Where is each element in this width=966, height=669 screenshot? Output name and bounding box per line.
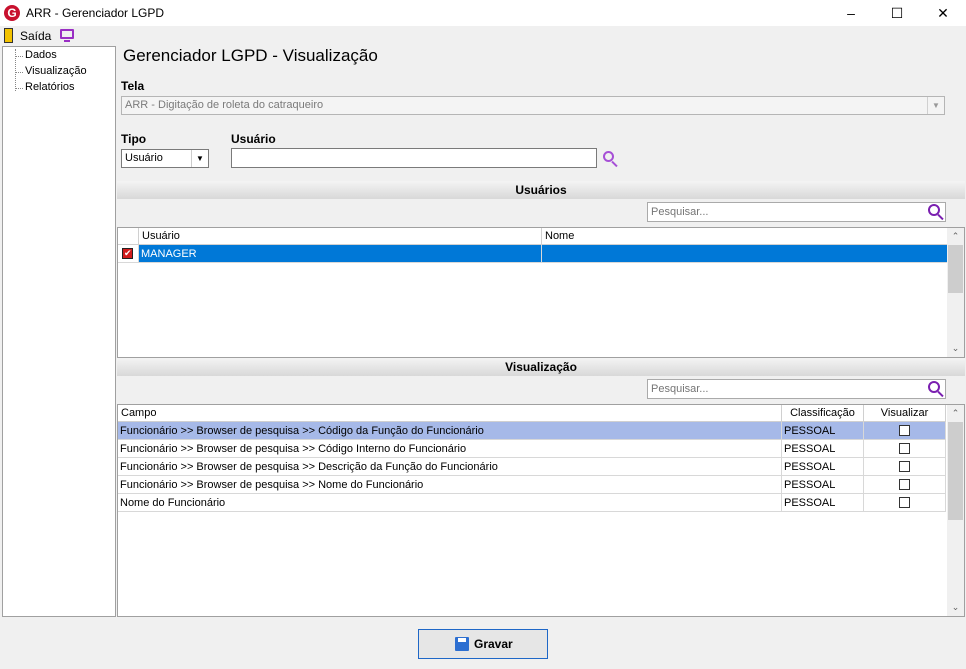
tree-branch [15,88,23,89]
minimize-button[interactable]: ‒ [828,0,874,26]
scroll-down-icon[interactable]: ⌄ [947,599,964,616]
view-search-input[interactable] [647,379,946,399]
field-cell[interactable]: Funcionário >> Browser de pesquisa >> Có… [118,440,782,458]
view-scrollbar[interactable]: ⌃ ⌄ [947,405,964,616]
users-column-header-user[interactable]: Usuário [139,228,542,245]
classification-cell[interactable]: PESSOAL [782,458,864,476]
scroll-thumb[interactable] [948,422,963,520]
page-title: Gerenciador LGPD - Visualização [123,46,378,65]
users-search-icon[interactable] [926,203,946,221]
classification-cell[interactable]: PESSOAL [782,440,864,458]
field-cell[interactable]: Funcionário >> Browser de pesquisa >> No… [118,476,782,494]
visualize-cell[interactable] [864,476,946,494]
monitor-icon[interactable] [60,29,74,39]
visualize-checkbox[interactable] [899,425,910,436]
floppy-disk-icon [455,637,469,651]
view-column-header-classification[interactable]: Classificação [782,405,864,422]
scroll-up-icon[interactable]: ⌃ [947,228,964,245]
field-cell[interactable]: Nome do Funcionário [118,494,782,512]
row-checkbox-checked[interactable]: ✔ [122,248,133,259]
visualize-cell[interactable] [864,458,946,476]
visualize-checkbox[interactable] [899,479,910,490]
screen-label: Tela [121,79,145,93]
tree-branch [15,56,23,57]
users-column-header-name[interactable]: Nome [542,228,948,245]
user-label: Usuário [231,132,276,146]
row-selector-cell[interactable]: ✔ [118,245,139,263]
view-grid[interactable]: Campo Classificação Visualizar Funcionár… [117,404,965,617]
close-button[interactable]: ✕ [920,0,966,26]
users-grid-corner [118,228,139,245]
scroll-thumb[interactable] [948,245,963,293]
scroll-down-icon[interactable]: ⌄ [947,340,964,357]
field-cell[interactable]: Funcionário >> Browser de pesquisa >> De… [118,458,782,476]
tree-item-relatorios[interactable]: Relatórios [25,81,75,93]
exit-button-label[interactable]: Saída [20,29,51,43]
classification-cell[interactable]: PESSOAL [782,422,864,440]
classification-cell[interactable]: PESSOAL [782,476,864,494]
users-grid[interactable]: Usuário Nome ✔ MANAGER ⌃ ⌄ [117,227,965,358]
user-search-icon[interactable] [601,150,621,168]
user-input[interactable] [231,148,597,168]
screen-select[interactable]: ARR - Digitação de roleta do catraqueiro… [121,96,945,115]
app-logo-icon: G [4,5,20,21]
tree-item-dados[interactable]: Dados [25,49,57,61]
window-title: ARR - Gerenciador LGPD [26,6,165,20]
exit-door-icon[interactable] [4,28,13,43]
view-search-icon[interactable] [926,380,946,398]
save-button[interactable]: Gravar [418,629,548,659]
visualize-cell[interactable] [864,494,946,512]
view-column-header-field[interactable]: Campo [118,405,782,422]
tree-branch [15,72,23,73]
title-bar[interactable]: G ARR - Gerenciador LGPD ‒ ☐ ✕ [0,0,966,27]
users-search-input[interactable] [647,202,946,222]
classification-cell[interactable]: PESSOAL [782,494,864,512]
screen-select-value: ARR - Digitação de roleta do catraqueiro [125,99,324,111]
visualize-checkbox[interactable] [899,443,910,454]
visualize-cell[interactable] [864,422,946,440]
type-select-value: Usuário [125,152,163,164]
monitor-stand [64,40,70,42]
field-cell[interactable]: Funcionário >> Browser de pesquisa >> Có… [118,422,782,440]
visualize-checkbox[interactable] [899,461,910,472]
navigation-tree[interactable]: Dados Visualização Relatórios [2,46,116,617]
view-column-header-visualize[interactable]: Visualizar [864,405,946,422]
type-select[interactable]: Usuário ▼ [121,149,209,168]
type-label: Tipo [121,132,147,146]
users-section-header: Usuários [117,181,965,199]
chevron-down-icon[interactable]: ▼ [927,97,944,114]
user-cell[interactable]: MANAGER [139,245,542,263]
name-cell[interactable] [542,245,948,263]
maximize-button[interactable]: ☐ [874,0,920,26]
chevron-down-icon[interactable]: ▼ [191,150,208,167]
visualize-checkbox[interactable] [899,497,910,508]
visualize-cell[interactable] [864,440,946,458]
save-button-label: Gravar [474,637,513,651]
users-scrollbar[interactable]: ⌃ ⌄ [947,228,964,357]
scroll-up-icon[interactable]: ⌃ [947,405,964,422]
tree-item-visualizacao[interactable]: Visualização [25,65,87,77]
checkmark-icon: ✔ [124,248,132,258]
toolbar [0,26,966,46]
view-section-header: Visualização [117,358,965,376]
